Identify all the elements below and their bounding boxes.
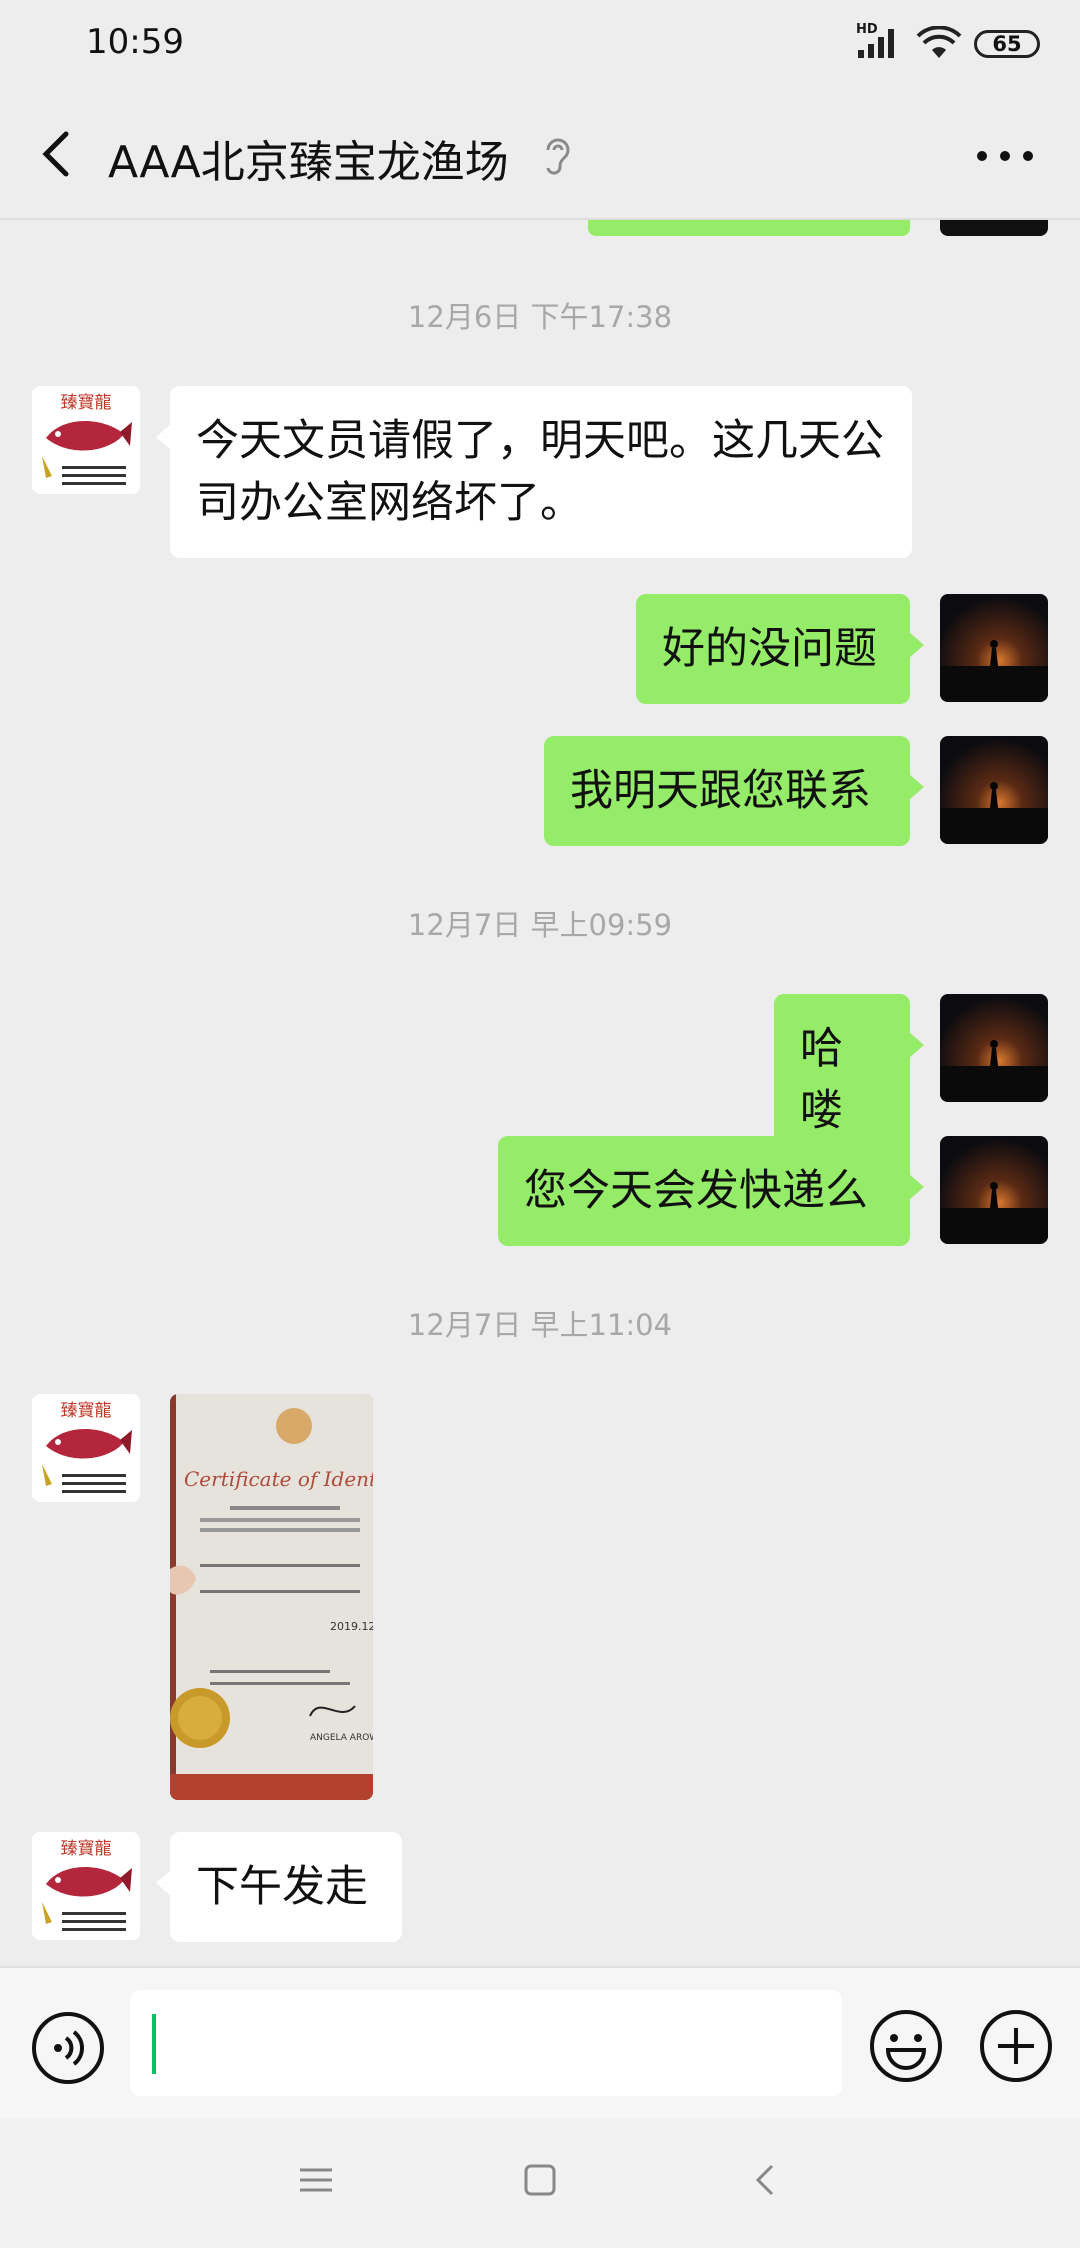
wifi-icon bbox=[916, 26, 962, 58]
certificate-date: 2019.12.3 bbox=[330, 1620, 373, 1633]
status-time: 10:59 bbox=[86, 22, 184, 62]
sunset-photo-icon bbox=[940, 736, 1048, 844]
chat-title: AAA北京臻宝龙渔场 bbox=[108, 137, 509, 188]
header-divider bbox=[0, 218, 1080, 220]
message-text: 好的没问题 bbox=[662, 624, 877, 674]
more-icon[interactable] bbox=[970, 136, 1040, 176]
menu-icon[interactable] bbox=[296, 2158, 336, 2202]
message-bubble-sent[interactable]: 好的没问题 bbox=[636, 594, 924, 704]
certificate-photo[interactable]: Certificate of Identi 2019.12.3 ANGELA A… bbox=[170, 1394, 373, 1800]
message-bubble-received[interactable]: 今天文员请假了，明天吧。这几天公 司办公室网络坏了。 bbox=[156, 386, 912, 558]
arowana-logo-icon: 臻寶龍 bbox=[32, 1394, 140, 1502]
message-text: 您今天会发快递么 bbox=[524, 1166, 868, 1216]
message-line: 司办公室网络坏了。 bbox=[196, 478, 583, 528]
battery-indicator: 65 bbox=[974, 30, 1040, 58]
my-avatar[interactable] bbox=[940, 1136, 1048, 1244]
status-bar: 10:59 HD 65 bbox=[0, 0, 1080, 90]
brand-text: 臻寶龍 bbox=[61, 1838, 112, 1859]
message-bubble-received[interactable]: 下午发走 bbox=[156, 1832, 402, 1942]
previous-message-bubble[interactable] bbox=[588, 220, 910, 236]
my-avatar[interactable] bbox=[940, 994, 1048, 1102]
input-bar bbox=[0, 1966, 1080, 2118]
sunset-photo-icon bbox=[940, 594, 1048, 702]
timestamp: 12月7日 早上09:59 bbox=[407, 908, 673, 942]
text-cursor bbox=[152, 2014, 156, 2074]
home-square-icon[interactable] bbox=[520, 2158, 560, 2202]
system-navigation-bar bbox=[0, 2118, 1080, 2248]
brand-text: 臻寶龍 bbox=[61, 1400, 112, 1421]
chat-header: AAA北京臻宝龙渔场 bbox=[0, 90, 1080, 218]
contact-avatar[interactable]: 臻寶龍 bbox=[32, 1394, 140, 1502]
message-line: 今天文员请假了，明天吧。这几天公 bbox=[196, 416, 884, 466]
certificate-title: Certificate of Identi bbox=[184, 1467, 373, 1491]
emoji-icon[interactable] bbox=[868, 2008, 944, 2084]
message-text: 下午发走 bbox=[196, 1862, 368, 1912]
signal-icon bbox=[858, 29, 894, 58]
ear-icon bbox=[546, 138, 570, 175]
arowana-logo-icon: 臻寶龍 bbox=[32, 1832, 140, 1940]
sunset-photo-icon bbox=[940, 1136, 1048, 1244]
system-back-icon[interactable] bbox=[746, 2158, 786, 2202]
arowana-logo-icon: 臻寶龍 bbox=[32, 386, 140, 494]
brand-text: 臻寶龍 bbox=[61, 392, 112, 413]
message-text: 我明天跟您联系 bbox=[570, 766, 871, 816]
message-text: 哈喽 bbox=[800, 1024, 843, 1136]
my-avatar[interactable] bbox=[940, 594, 1048, 702]
message-bubble-sent[interactable]: 您今天会发快递么 bbox=[498, 1136, 924, 1246]
certificate-signer: ANGELA AROWAN bbox=[310, 1733, 373, 1743]
previous-avatar[interactable] bbox=[940, 220, 1048, 236]
message-bubble-sent[interactable]: 我明天跟您联系 bbox=[544, 736, 924, 846]
contact-avatar[interactable]: 臻寶龍 bbox=[32, 1832, 140, 1940]
timestamp: 12月6日 下午17:38 bbox=[407, 300, 673, 334]
my-avatar[interactable] bbox=[940, 736, 1048, 844]
voice-icon[interactable] bbox=[30, 2010, 106, 2086]
plus-icon[interactable] bbox=[978, 2008, 1054, 2084]
contact-avatar[interactable]: 臻寶龍 bbox=[32, 386, 140, 494]
back-arrow-icon[interactable] bbox=[30, 126, 86, 182]
sunset-photo-icon bbox=[940, 994, 1048, 1102]
message-input[interactable] bbox=[130, 1990, 842, 2096]
timestamp: 12月7日 早上11:04 bbox=[407, 1308, 673, 1342]
